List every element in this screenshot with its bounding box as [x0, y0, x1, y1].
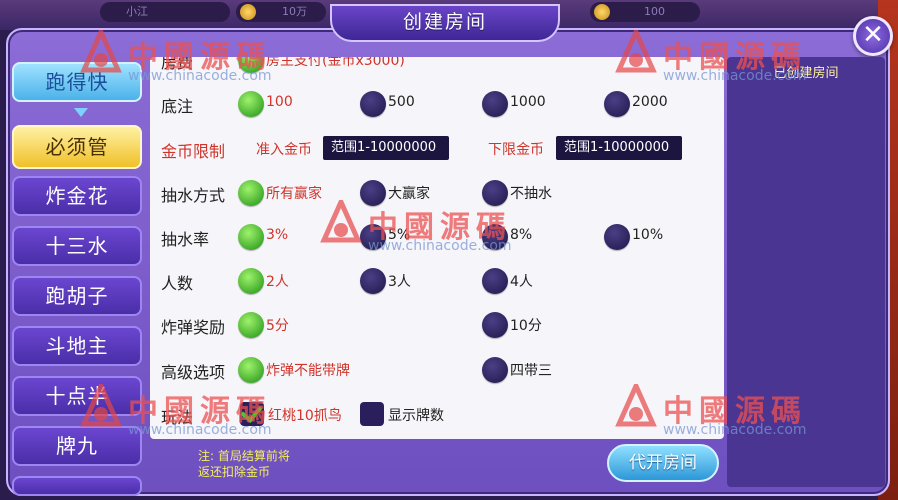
- coin-limit-label: 金币限制: [161, 142, 226, 161]
- created-rooms-panel: 已创建房间: [727, 57, 885, 487]
- radio-selected-icon: [238, 180, 264, 206]
- rake-method-row: 抽水方式 所有赢家 大赢家 不抽水: [150, 178, 724, 208]
- option-label: 3%: [266, 227, 289, 243]
- coin-limit-row: 金币限制 准入金币 范围1-10000000 下限金币 范围1-10000000: [150, 134, 724, 164]
- players-label: 人数: [161, 274, 194, 293]
- lower-coin-input[interactable]: 范围1-10000000: [556, 136, 682, 160]
- chevron-down-icon: [74, 108, 88, 117]
- game-tab-bixuguan[interactable]: 必须管: [12, 125, 142, 169]
- radio-unselected-icon: [482, 91, 508, 117]
- game-tab-paohuzi[interactable]: 跑胡子: [12, 276, 142, 316]
- option-label: 大赢家: [388, 186, 430, 202]
- radio-unselected-icon: [604, 91, 630, 117]
- room-fee-label: 房费: [161, 57, 194, 72]
- game-tab-paodekuai[interactable]: 跑得快: [12, 62, 142, 102]
- checkbox-checked-icon: [240, 402, 264, 426]
- radio-unselected-icon: [360, 224, 386, 250]
- radio-unselected-icon: [360, 91, 386, 117]
- option-label: 10分: [510, 318, 542, 334]
- base-bet-row: 底注 100 500 1000 2000: [150, 89, 724, 119]
- room-fee-value: 房主支付(金币x3000): [266, 57, 405, 69]
- option-label: 显示牌数: [388, 408, 444, 424]
- game-tab-shisanshui[interactable]: 十三水: [12, 226, 142, 266]
- radio-unselected-icon: [360, 180, 386, 206]
- option-label: 红桃10抓鸟: [268, 408, 342, 424]
- bomb-reward-row: 炸弹奖励 5分 10分: [150, 310, 724, 340]
- room-settings-panel: 房费 房主支付(金币x3000) 底注 100 500 1000 2000 金币…: [150, 57, 724, 439]
- option-label: 四带三: [510, 363, 552, 379]
- entry-coin-label: 准入金币: [256, 142, 312, 158]
- radio-selected-icon: [238, 357, 264, 383]
- bomb-reward-label: 炸弹奖励: [161, 318, 226, 337]
- gold-coin-icon: [594, 4, 610, 20]
- radio-selected-icon: [238, 224, 264, 250]
- rake-rate-row: 抽水率 3% 5% 8% 10%: [150, 222, 724, 252]
- radio-unselected-icon: [482, 357, 508, 383]
- balance-value: 10万: [282, 5, 307, 18]
- option-label: 所有赢家: [266, 186, 322, 202]
- option-label: 10%: [632, 227, 664, 243]
- option-label: 3人: [388, 274, 411, 290]
- radio-unselected-icon: [360, 268, 386, 294]
- option-label: 500: [388, 94, 415, 110]
- room-fee-row: 房费 房主支付(金币x3000): [150, 57, 724, 75]
- coin-field: 100: [590, 2, 700, 22]
- play-style-label: 玩法: [161, 408, 194, 427]
- player-name-field: 小江: [100, 2, 230, 22]
- note-line: 注: 首局结算前将: [198, 449, 290, 463]
- radio-selected-icon: [238, 268, 264, 294]
- radio-selected-icon: [238, 57, 264, 73]
- player-name: 小江: [126, 5, 148, 18]
- game-tab-shidianban[interactable]: 十点半: [12, 376, 142, 416]
- gold-coin-icon: [240, 4, 256, 20]
- radio-selected-icon: [238, 91, 264, 117]
- rake-rate-label: 抽水率: [161, 230, 210, 249]
- game-tab-more[interactable]: [12, 476, 142, 496]
- created-rooms-tab[interactable]: 已创建房间: [727, 63, 885, 85]
- game-tab-doudizhu[interactable]: 斗地主: [12, 326, 142, 366]
- dialog-title: 创建房间: [330, 4, 560, 42]
- note-line: 返还扣除金币: [198, 465, 271, 479]
- proxy-open-room-button[interactable]: 代开房间: [607, 444, 719, 482]
- radio-unselected-icon: [482, 268, 508, 294]
- option-label: 100: [266, 94, 293, 110]
- close-button[interactable]: ✕: [853, 16, 893, 56]
- radio-unselected-icon: [604, 224, 630, 250]
- radio-selected-icon: [238, 312, 264, 338]
- refund-note: 注: 首局结算前将 返还扣除金币: [198, 448, 290, 480]
- entry-coin-input[interactable]: 范围1-10000000: [323, 136, 449, 160]
- option-label: 5%: [388, 227, 411, 243]
- balance-field: 10万: [236, 2, 326, 22]
- game-tab-zhajinhua[interactable]: 炸金花: [12, 176, 142, 216]
- option-label: 2000: [632, 94, 668, 110]
- checkbox-unchecked-icon: [360, 402, 384, 426]
- option-label: 不抽水: [510, 186, 552, 202]
- option-label: 1000: [510, 94, 546, 110]
- option-label: 炸弹不能带牌: [266, 363, 350, 379]
- advanced-row: 高级选项 炸弹不能带牌 四带三: [150, 355, 724, 385]
- radio-unselected-icon: [482, 224, 508, 250]
- option-label: 2人: [266, 274, 289, 290]
- option-label: 8%: [510, 227, 533, 243]
- advanced-label: 高级选项: [161, 363, 226, 382]
- lower-coin-label: 下限金币: [488, 142, 544, 158]
- option-label: 4人: [510, 274, 533, 290]
- coin-value: 100: [644, 5, 665, 18]
- rake-method-label: 抽水方式: [161, 186, 226, 205]
- play-style-row: 玩法 红桃10抓鸟 显示牌数: [150, 400, 724, 430]
- game-tab-paijiu[interactable]: 牌九: [12, 426, 142, 466]
- players-row: 人数 2人 3人 4人: [150, 266, 724, 296]
- radio-unselected-icon: [482, 180, 508, 206]
- radio-unselected-icon: [482, 312, 508, 338]
- option-label: 5分: [266, 318, 289, 334]
- base-bet-label: 底注: [161, 97, 194, 116]
